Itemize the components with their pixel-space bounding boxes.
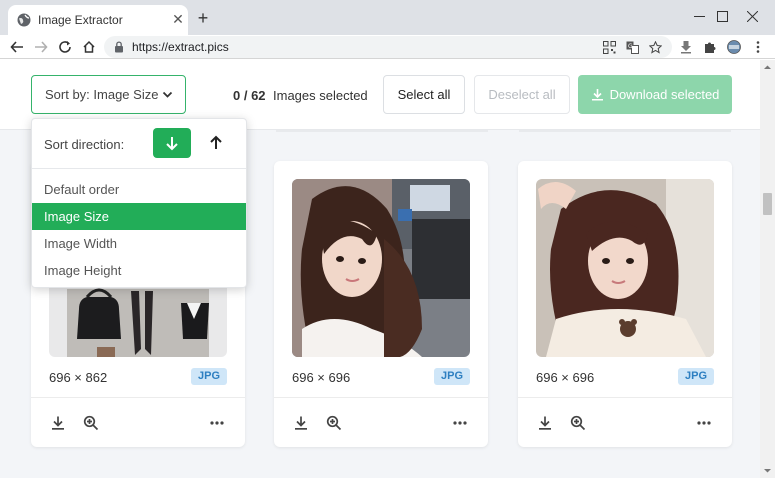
- close-window-icon[interactable]: [729, 2, 775, 30]
- new-tab-icon[interactable]: +: [194, 9, 212, 27]
- sort-ascending-button[interactable]: [197, 128, 235, 158]
- close-tab-icon[interactable]: ✕: [170, 11, 186, 27]
- card-partial: [276, 130, 488, 132]
- deselect-all-button[interactable]: Deselect all: [474, 75, 570, 114]
- tab-title: Image Extractor: [38, 13, 123, 27]
- page-scrollbar[interactable]: [760, 60, 775, 478]
- url-text: https://extract.pics: [132, 40, 229, 54]
- scroll-up-icon[interactable]: [763, 63, 772, 72]
- scrollbar-thumb[interactable]: [763, 193, 772, 215]
- format-badge: JPG: [677, 368, 714, 385]
- selected-text: Images selected: [273, 88, 368, 103]
- extensions-puzzle-icon[interactable]: [701, 38, 719, 56]
- more-options-icon[interactable]: [695, 414, 713, 432]
- globe-icon: [16, 12, 32, 28]
- zoom-in-icon[interactable]: [82, 414, 100, 432]
- qr-code-icon[interactable]: [601, 39, 617, 55]
- arrow-down-icon: [166, 137, 178, 151]
- menu-divider: [32, 168, 246, 169]
- zoom-in-icon[interactable]: [569, 414, 587, 432]
- forward-icon[interactable]: [32, 38, 50, 56]
- sort-descending-button[interactable]: [153, 128, 191, 158]
- zoom-in-icon[interactable]: [325, 414, 343, 432]
- sort-option-default-order[interactable]: Default order: [32, 176, 246, 203]
- chevron-down-icon: [162, 91, 173, 98]
- download-icon[interactable]: [49, 414, 67, 432]
- more-menu-icon[interactable]: [749, 38, 767, 56]
- sort-option-image-width[interactable]: Image Width: [32, 230, 246, 257]
- sort-label: Sort by: Image Size: [45, 87, 159, 102]
- browser-toolbar: https://extract.pics G: [0, 35, 775, 59]
- image-dimensions: 696 × 696: [292, 370, 351, 385]
- profile-avatar-icon[interactable]: [725, 38, 743, 56]
- image-thumbnail[interactable]: [292, 179, 470, 357]
- lock-icon: [115, 41, 123, 53]
- back-icon[interactable]: [8, 38, 26, 56]
- image-dimensions: 696 × 696: [536, 370, 595, 385]
- address-bar[interactable]: https://extract.pics G: [104, 36, 672, 58]
- card-divider: [31, 397, 245, 398]
- format-badge: JPG: [190, 368, 227, 385]
- sort-option-image-size[interactable]: Image Size: [32, 203, 246, 230]
- browser-tab[interactable]: Image Extractor ✕: [8, 5, 188, 35]
- image-thumbnail[interactable]: [536, 179, 714, 357]
- download-selected-label: Download selected: [609, 87, 720, 102]
- download-icon: [591, 89, 603, 101]
- format-badge: JPG: [433, 368, 470, 385]
- card-partial: [519, 130, 731, 132]
- image-card[interactable]: 696 × 696 JPG: [518, 161, 732, 447]
- more-options-icon[interactable]: [451, 414, 469, 432]
- scroll-down-icon[interactable]: [763, 466, 772, 475]
- download-selected-button[interactable]: Download selected: [578, 75, 732, 114]
- image-dimensions: 696 × 862: [49, 370, 108, 385]
- sort-option-image-height[interactable]: Image Height: [32, 257, 246, 284]
- sort-dropdown-button[interactable]: Sort by: Image Size: [31, 75, 186, 114]
- selected-count: 0 / 62: [233, 88, 266, 103]
- reload-icon[interactable]: [56, 38, 74, 56]
- arrow-up-icon: [210, 135, 222, 149]
- translate-icon[interactable]: G: [624, 39, 640, 55]
- download-icon[interactable]: [536, 414, 554, 432]
- download-extension-icon[interactable]: [677, 38, 695, 56]
- card-divider: [518, 397, 732, 398]
- download-icon[interactable]: [292, 414, 310, 432]
- svg-text:G: G: [628, 43, 633, 50]
- more-options-icon[interactable]: [208, 414, 226, 432]
- bookmark-star-icon[interactable]: [647, 39, 663, 55]
- browser-tabstrip: Image Extractor ✕ +: [0, 0, 775, 35]
- sort-dropdown-menu: Sort direction: Default order Image Size…: [31, 118, 247, 288]
- card-divider: [274, 397, 488, 398]
- sort-direction-label: Sort direction:: [44, 137, 125, 152]
- select-all-button[interactable]: Select all: [383, 75, 465, 114]
- image-card[interactable]: 696 × 696 JPG: [274, 161, 488, 447]
- home-icon[interactable]: [80, 38, 98, 56]
